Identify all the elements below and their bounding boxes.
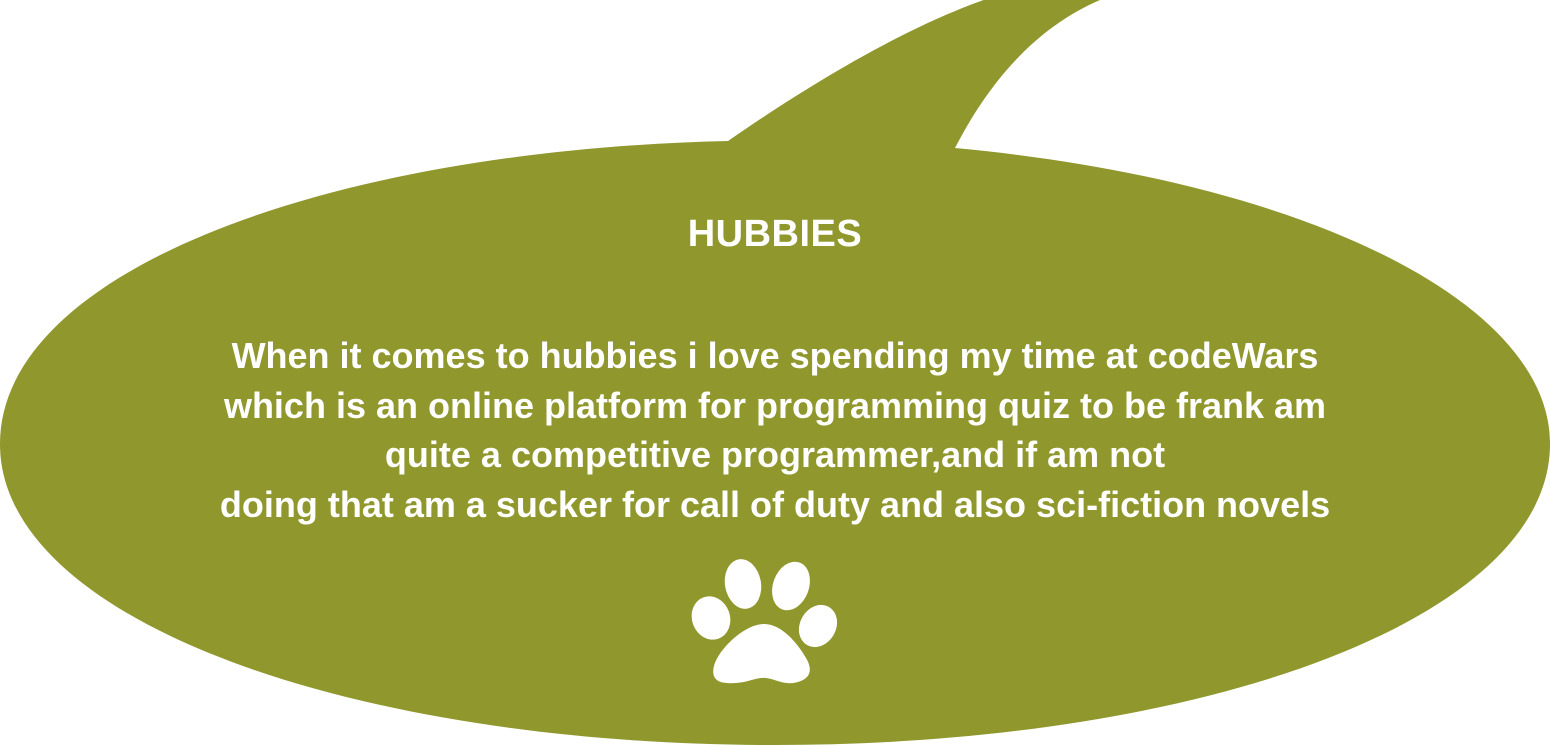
paw-toe-left [691, 596, 731, 640]
paw-print-icon [691, 559, 838, 684]
paw-pad [713, 624, 810, 684]
description-line-2: which is an online platform for programm… [223, 384, 1327, 426]
description-line-4: doing that am a sucker for call of duty … [219, 483, 1331, 525]
description-line-1: When it comes to hubbies i love spending… [231, 335, 1319, 376]
hobbies-description: When it comes to hubbies i love spending… [60, 331, 1490, 529]
section-heading: HUBBIES [687, 213, 863, 255]
paw-toe-inner-right [772, 561, 810, 611]
description-line-3: quite a competitive programmer,and if am… [384, 434, 1166, 475]
paw-toe-inner-left [724, 559, 762, 609]
paw-toe-right [798, 604, 838, 648]
